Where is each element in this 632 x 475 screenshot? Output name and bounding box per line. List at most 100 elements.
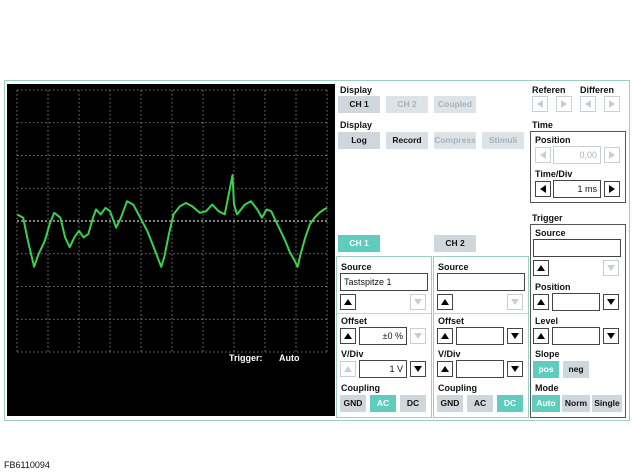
ch2-offset-field[interactable]	[456, 327, 504, 345]
trigger-source-label: Source	[535, 228, 566, 238]
ch2-source-label: Source	[438, 262, 469, 272]
record-button[interactable]: Record	[386, 132, 428, 149]
differen-right-button[interactable]	[604, 96, 620, 112]
ch2-source-up-button[interactable]	[437, 294, 453, 310]
trigger-status-mode: Auto	[279, 353, 300, 363]
arrow-up-icon	[537, 299, 545, 305]
display-title: Display	[340, 85, 373, 95]
trigger-level-down-button[interactable]	[603, 328, 619, 344]
arrow-left-icon	[540, 185, 546, 193]
mode-norm-button[interactable]: Norm	[562, 395, 590, 412]
arrow-down-icon	[414, 333, 422, 339]
trigger-status-label: Trigger:	[229, 353, 263, 363]
ch2-vdiv-down-button[interactable]	[507, 361, 523, 377]
ch1-divider	[337, 313, 431, 314]
display2-title: Display	[340, 120, 373, 130]
trigger-slope-label: Slope	[535, 349, 560, 359]
referen-right-button[interactable]	[556, 96, 572, 112]
ch1-source-field[interactable]: Tastspitze 1	[340, 273, 428, 291]
trigger-level-field[interactable]	[552, 327, 600, 345]
arrow-up-icon	[537, 265, 545, 271]
time-position-field[interactable]: 0,00	[553, 146, 601, 164]
ch1-vdiv-field[interactable]: 1 V	[359, 360, 407, 378]
arrow-left-icon	[537, 100, 543, 108]
ch2-source-field[interactable]	[437, 273, 525, 291]
trigger-source-down-button[interactable]	[603, 260, 619, 276]
ch2-divider	[434, 313, 528, 314]
ch1-dc-button[interactable]: DC	[400, 395, 426, 412]
ch2-coupling-label: Coupling	[438, 383, 477, 393]
referen-left-button[interactable]	[532, 96, 548, 112]
stimuli-button[interactable]: Stimuli	[482, 132, 524, 149]
arrow-down-icon	[414, 299, 422, 305]
compress-button[interactable]: Compress	[434, 132, 476, 149]
arrow-down-icon	[511, 366, 519, 372]
display-ch2-button[interactable]: CH 2	[386, 96, 428, 113]
time-position-right-button[interactable]	[604, 147, 620, 163]
mode-single-button[interactable]: Single	[592, 395, 622, 412]
time-position-label: Position	[535, 135, 571, 145]
ch1-source-up-button[interactable]	[340, 294, 356, 310]
ch1-vdiv-down-button[interactable]	[410, 361, 426, 377]
differen-left-button[interactable]	[580, 96, 596, 112]
arrow-up-icon	[344, 366, 352, 372]
slope-neg-button[interactable]: neg	[563, 361, 589, 378]
arrow-down-icon	[414, 366, 422, 372]
ch2-offset-down-button[interactable]	[507, 328, 523, 344]
differen-title: Differen	[580, 85, 615, 95]
display-ch1-button[interactable]: CH 1	[338, 96, 380, 113]
referen-title: Referen	[532, 85, 566, 95]
arrow-up-icon	[344, 333, 352, 339]
ch1-vdiv-up-button[interactable]	[340, 361, 356, 377]
log-button[interactable]: Log	[338, 132, 380, 149]
arrow-left-icon	[585, 100, 591, 108]
arrow-down-icon	[511, 333, 519, 339]
trigger-position-down-button[interactable]	[603, 294, 619, 310]
arrow-right-icon	[561, 100, 567, 108]
ch2-dc-button[interactable]: DC	[497, 395, 523, 412]
trigger-position-label: Position	[535, 282, 571, 292]
ch1-ac-button[interactable]: AC	[370, 395, 396, 412]
ch1-offset-up-button[interactable]	[340, 328, 356, 344]
ch1-gnd-button[interactable]: GND	[340, 395, 366, 412]
arrow-down-icon	[607, 265, 615, 271]
ch2-offset-up-button[interactable]	[437, 328, 453, 344]
time-title: Time	[532, 120, 553, 130]
ch2-gnd-button[interactable]: GND	[437, 395, 463, 412]
display-coupled-button[interactable]: Coupled	[434, 96, 476, 113]
arrow-right-icon	[609, 185, 615, 193]
timediv-field[interactable]: 1 ms	[553, 180, 601, 198]
time-position-left-button[interactable]	[535, 147, 551, 163]
arrow-right-icon	[609, 151, 615, 159]
trigger-position-field[interactable]	[552, 293, 600, 311]
trigger-level-label: Level	[535, 316, 559, 326]
ch2-ac-button[interactable]: AC	[467, 395, 493, 412]
mode-auto-button[interactable]: Auto	[532, 395, 560, 412]
trigger-level-up-button[interactable]	[533, 328, 549, 344]
slope-pos-button[interactable]: pos	[533, 361, 559, 378]
trigger-position-up-button[interactable]	[533, 294, 549, 310]
trigger-source-up-button[interactable]	[533, 260, 549, 276]
ch1-offset-down-button[interactable]	[410, 328, 426, 344]
timediv-right-button[interactable]	[604, 181, 620, 197]
arrow-left-icon	[540, 151, 546, 159]
tab-ch2[interactable]: CH 2	[434, 235, 476, 252]
ch2-offset-label: Offset	[438, 316, 465, 326]
tab-ch1[interactable]: CH 1	[338, 235, 380, 252]
timediv-left-button[interactable]	[535, 181, 551, 197]
figure-caption: FB6110094	[4, 460, 50, 470]
trigger-source-field[interactable]	[533, 239, 621, 257]
ch1-coupling-label: Coupling	[341, 383, 380, 393]
ch2-vdiv-up-button[interactable]	[437, 361, 453, 377]
ch2-vdiv-label: V/Div	[438, 349, 461, 359]
oscilloscope-screen: Trigger: Auto	[7, 84, 335, 416]
scope-plot	[16, 89, 328, 353]
ch1-offset-field[interactable]: ±0 %	[359, 327, 407, 345]
ch2-source-down-button[interactable]	[507, 294, 523, 310]
arrow-up-icon	[537, 333, 545, 339]
arrow-right-icon	[609, 100, 615, 108]
timediv-label: Time/Div	[535, 169, 573, 179]
ch2-vdiv-field[interactable]	[456, 360, 504, 378]
ch1-source-down-button[interactable]	[410, 294, 426, 310]
trigger-title: Trigger	[532, 213, 563, 223]
